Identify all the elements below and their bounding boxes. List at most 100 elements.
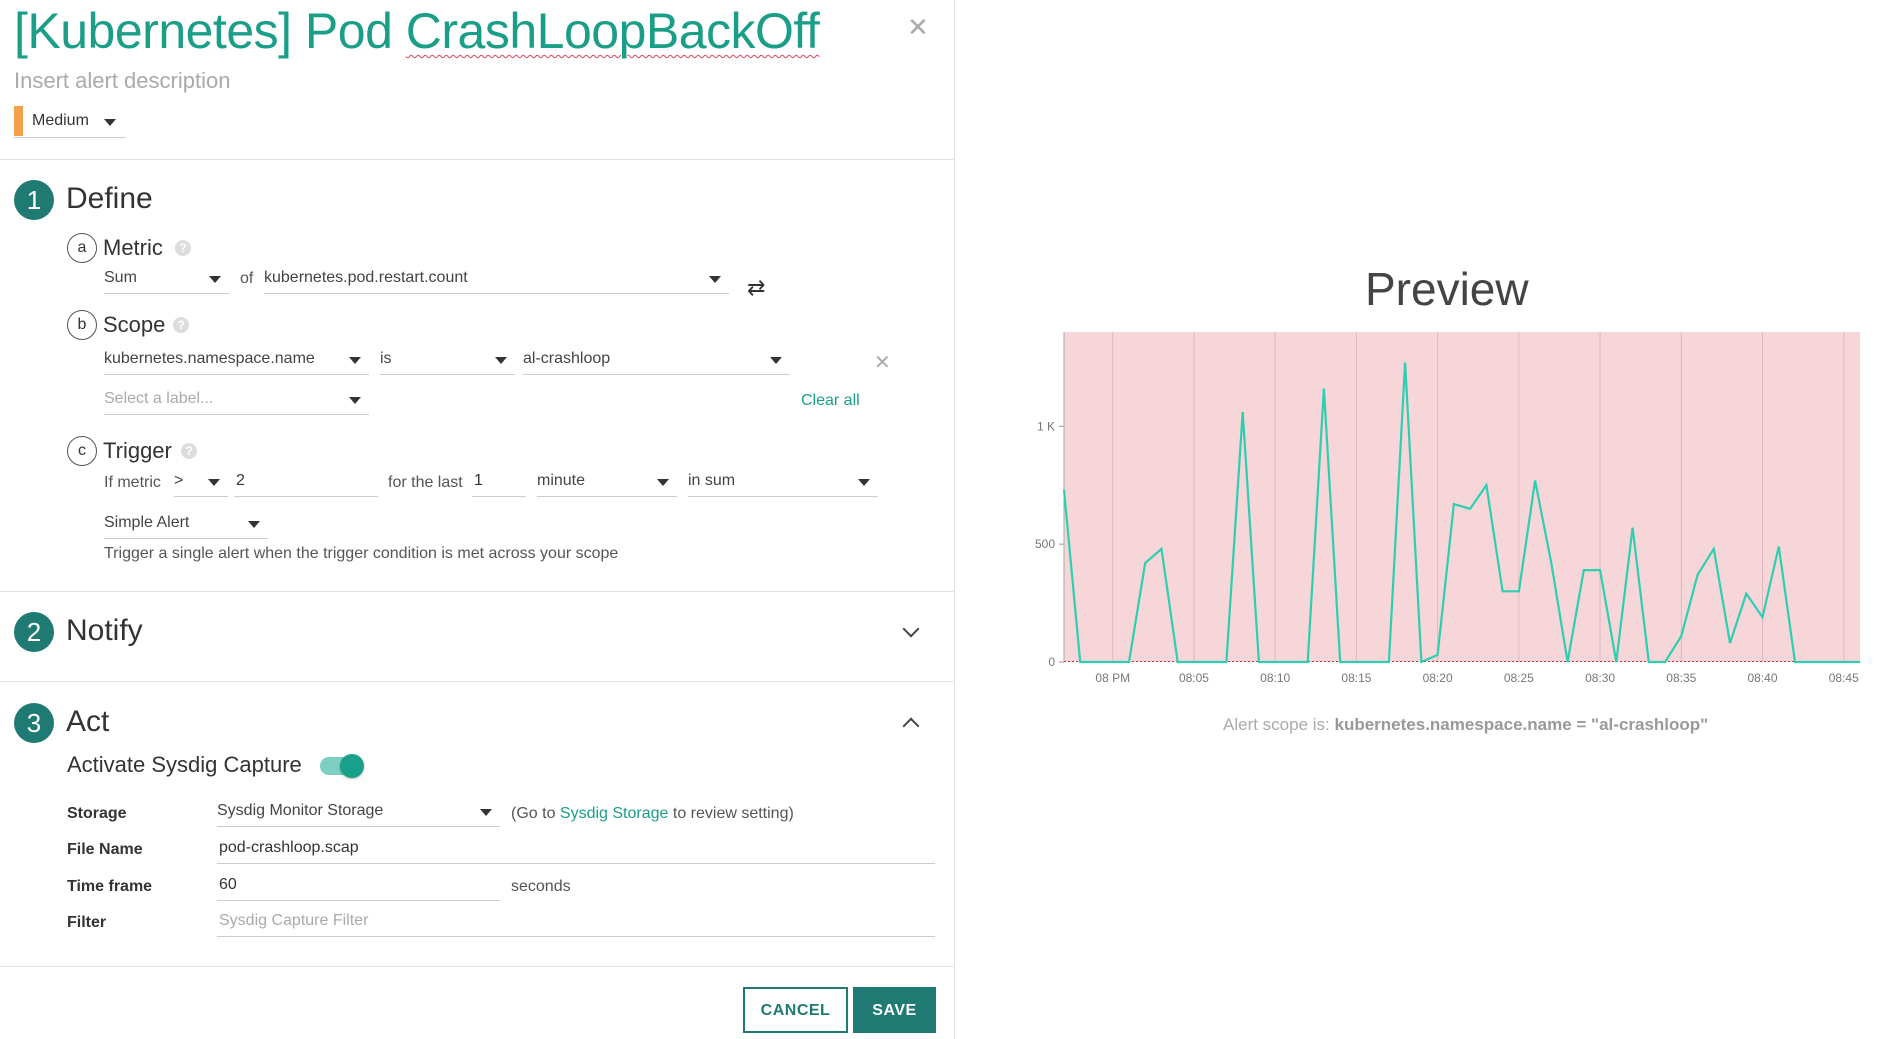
sysdig-storage-link[interactable]: Sysdig Storage bbox=[560, 805, 669, 822]
alert-description-input[interactable]: Insert alert description bbox=[14, 68, 230, 94]
scope-operator-value: is bbox=[380, 350, 392, 367]
filter-label: Filter bbox=[67, 914, 107, 931]
x-tick-label: 08:10 bbox=[1260, 671, 1290, 685]
divider bbox=[0, 159, 955, 160]
divider bbox=[0, 591, 955, 592]
preview-chart: 08 PM 08:05 08:10 08:15 08:20 08:25 08:30 08:35… bbox=[1035, 332, 1860, 685]
trigger-for-the-last-label: for the last bbox=[388, 474, 463, 491]
x-tick-label: 08:05 bbox=[1179, 671, 1209, 685]
alert-title-main: CrashLoopBackOff bbox=[405, 3, 820, 59]
chevron-up-icon[interactable] bbox=[902, 717, 920, 735]
remove-scope-icon[interactable]: ✕ bbox=[874, 350, 891, 375]
scope-add-label-select[interactable]: Select a label... bbox=[104, 385, 369, 415]
help-icon[interactable]: ? bbox=[173, 317, 189, 333]
scope-label-value: kubernetes.namespace.name bbox=[104, 350, 315, 367]
help-icon[interactable]: ? bbox=[181, 443, 197, 459]
x-tick-label: 08:45 bbox=[1829, 671, 1859, 685]
filename-input[interactable]: pod-crashloop.scap bbox=[217, 834, 935, 864]
scope-note-expression: kubernetes.namespace.name = "al-crashloo… bbox=[1334, 715, 1709, 734]
x-tick-label: 08 PM bbox=[1095, 671, 1130, 685]
chevron-down-icon bbox=[657, 479, 669, 486]
trigger-duration-input[interactable]: 1 bbox=[472, 467, 526, 497]
trigger-unit-value: minute bbox=[537, 472, 586, 489]
trigger-if-metric-label: If metric bbox=[104, 474, 161, 491]
storage-label: Storage bbox=[67, 805, 127, 822]
trigger-mode-value: in sum bbox=[688, 472, 736, 489]
chevron-down-icon bbox=[104, 119, 116, 126]
chevron-down-icon bbox=[208, 479, 220, 486]
chevron-down-icon[interactable] bbox=[902, 620, 920, 638]
filter-placeholder: Sysdig Capture Filter bbox=[219, 912, 369, 929]
swap-icon[interactable]: ⇄ bbox=[747, 275, 765, 301]
metric-name-select[interactable]: kubernetes.pod.restart.count bbox=[264, 264, 729, 294]
x-tick-label: 08:25 bbox=[1504, 671, 1534, 685]
scope-note-prefix: Alert scope is: bbox=[1223, 715, 1335, 734]
scope-add-label-placeholder: Select a label... bbox=[104, 390, 214, 407]
timeframe-value: 60 bbox=[219, 876, 237, 893]
section-title-act[interactable]: Act bbox=[66, 705, 109, 739]
trigger-duration-value: 1 bbox=[474, 472, 483, 489]
x-tick-label: 08:30 bbox=[1585, 671, 1615, 685]
chevron-down-icon bbox=[248, 521, 260, 528]
chevron-down-icon bbox=[480, 809, 492, 816]
chevron-down-icon bbox=[858, 479, 870, 486]
severity-color-bar bbox=[14, 106, 23, 136]
y-tick-label: 1 K bbox=[1037, 419, 1055, 433]
alert-type-value: Simple Alert bbox=[104, 514, 190, 531]
metric-aggregation-value: Sum bbox=[104, 269, 137, 286]
x-tick-label: 08:15 bbox=[1341, 671, 1371, 685]
x-tick-label: 08:40 bbox=[1748, 671, 1778, 685]
metric-aggregation-select[interactable]: Sum bbox=[104, 264, 229, 294]
scope-label-select[interactable]: kubernetes.namespace.name bbox=[104, 345, 369, 375]
scope-value-select[interactable]: al-crashloop bbox=[523, 345, 790, 375]
step-number-define: 1 bbox=[14, 180, 54, 220]
trigger-unit-select[interactable]: minute bbox=[537, 467, 677, 497]
preview-title: Preview bbox=[1365, 263, 1529, 315]
chevron-down-icon bbox=[770, 357, 782, 364]
metric-name-value: kubernetes.pod.restart.count bbox=[264, 269, 468, 286]
section-title-define: Define bbox=[66, 182, 153, 215]
divider bbox=[0, 966, 955, 967]
scope-operator-select[interactable]: is bbox=[380, 345, 515, 375]
toggle-knob bbox=[340, 754, 364, 778]
alert-type-select[interactable]: Simple Alert bbox=[104, 509, 268, 539]
trigger-threshold-input[interactable]: 2 bbox=[234, 467, 378, 497]
x-tick-label: 08:20 bbox=[1423, 671, 1453, 685]
storage-note-pre: (Go to bbox=[511, 805, 560, 822]
substep-letter-scope: b bbox=[67, 310, 97, 340]
chevron-down-icon bbox=[349, 357, 361, 364]
chevron-down-icon bbox=[709, 276, 721, 283]
storage-note-post: to review setting) bbox=[668, 805, 794, 822]
close-icon[interactable]: ✕ bbox=[907, 12, 929, 43]
trigger-comparator-select[interactable]: > bbox=[174, 467, 228, 497]
storage-select[interactable]: Sysdig Monitor Storage bbox=[217, 797, 500, 827]
step-number-notify: 2 bbox=[14, 612, 54, 652]
save-button[interactable]: SAVE bbox=[853, 987, 936, 1033]
subsection-title-metric: Metric bbox=[103, 235, 163, 260]
step-number-act: 3 bbox=[14, 703, 54, 743]
filter-input[interactable]: Sysdig Capture Filter bbox=[217, 907, 935, 937]
divider bbox=[0, 681, 955, 682]
substep-letter-metric: a bbox=[67, 233, 97, 263]
trigger-comparator-value: > bbox=[174, 472, 184, 489]
clear-all-link[interactable]: Clear all bbox=[801, 392, 860, 410]
cancel-button[interactable]: CANCEL bbox=[743, 987, 848, 1033]
timeframe-label: Time frame bbox=[67, 878, 153, 895]
trigger-threshold-value: 2 bbox=[236, 472, 245, 489]
help-icon[interactable]: ? bbox=[175, 240, 191, 256]
alert-title[interactable]: [Kubernetes] Pod CrashLoopBackOff bbox=[14, 2, 820, 60]
storage-note: (Go to Sysdig Storage to review setting) bbox=[511, 805, 794, 823]
severity-select[interactable]: Medium bbox=[14, 106, 126, 138]
trigger-mode-select[interactable]: in sum bbox=[688, 467, 878, 497]
subsection-title-scope: Scope bbox=[103, 312, 166, 337]
capture-toggle[interactable] bbox=[320, 754, 364, 778]
section-title-notify[interactable]: Notify bbox=[66, 614, 143, 648]
alert-scope-note: Alert scope is: kubernetes.namespace.nam… bbox=[1223, 715, 1708, 735]
alert-editor-panel: [Kubernetes] Pod CrashLoopBackOff ✕ Inse… bbox=[0, 0, 955, 1039]
y-tick-label: 0 bbox=[1048, 655, 1055, 669]
filename-value: pod-crashloop.scap bbox=[219, 839, 359, 856]
alert-type-description: Trigger a single alert when the trigger … bbox=[104, 545, 619, 562]
chevron-down-icon bbox=[495, 357, 507, 364]
severity-value: Medium bbox=[32, 112, 89, 129]
timeframe-input[interactable]: 60 bbox=[217, 871, 500, 901]
